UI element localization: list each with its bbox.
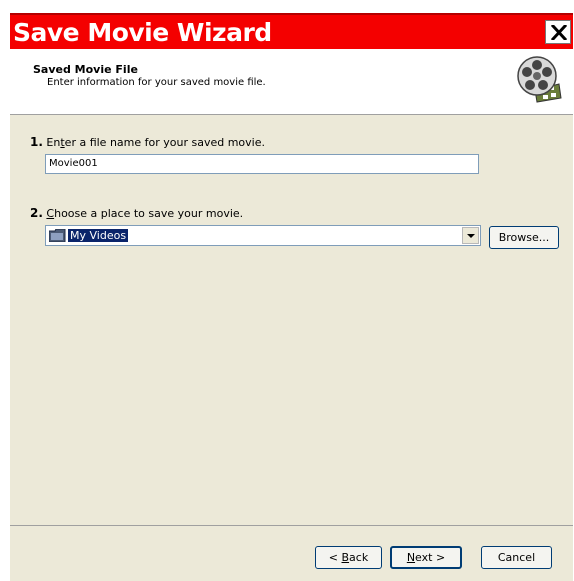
window-title: Save Movie Wizard (13, 18, 272, 47)
header-title: Saved Movie File (33, 63, 138, 76)
film-reel-icon (517, 56, 562, 103)
save-location-dropdown[interactable]: My Videos (45, 225, 481, 246)
dropdown-arrow-button[interactable] (462, 227, 479, 244)
wizard-footer: < Back Next > Cancel (10, 525, 573, 581)
back-arrow-text: < (328, 551, 342, 564)
step2-label-accelerator: C (46, 207, 55, 220)
step1-label-post: er a file name for your saved movie. (64, 136, 265, 149)
step2-number: 2. (30, 206, 43, 220)
header-subtitle: Enter information for your saved movie f… (47, 77, 266, 88)
next-label-rest: ext > (415, 551, 446, 564)
step1-number: 1. (30, 135, 43, 149)
close-x-icon (551, 25, 567, 40)
wizard-body: 1. Enter a file name for your saved movi… (10, 115, 573, 525)
folder-icon (49, 229, 66, 242)
back-label-rest: ack (349, 551, 369, 564)
close-button[interactable] (545, 20, 571, 44)
title-bar: Save Movie Wizard (10, 13, 573, 49)
wizard-header: Saved Movie File Enter information for y… (10, 49, 573, 115)
filename-input[interactable]: Movie001 (45, 154, 479, 174)
browse-button[interactable]: Browse... (489, 226, 559, 249)
next-button[interactable]: Next > (390, 546, 462, 569)
back-button[interactable]: < Back (315, 546, 382, 569)
back-accelerator: B (341, 551, 350, 564)
step1-label: 1. Enter a file name for your saved movi… (30, 135, 265, 149)
step2-label-post: hoose a place to save your movie. (54, 207, 244, 220)
next-accelerator: N (406, 551, 416, 564)
step2-label: 2. Choose a place to save your movie. (30, 206, 243, 220)
cancel-button[interactable]: Cancel (481, 546, 552, 569)
step1-label-pre: En (46, 136, 61, 149)
save-location-value: My Videos (68, 229, 129, 242)
chevron-down-icon (467, 234, 475, 238)
